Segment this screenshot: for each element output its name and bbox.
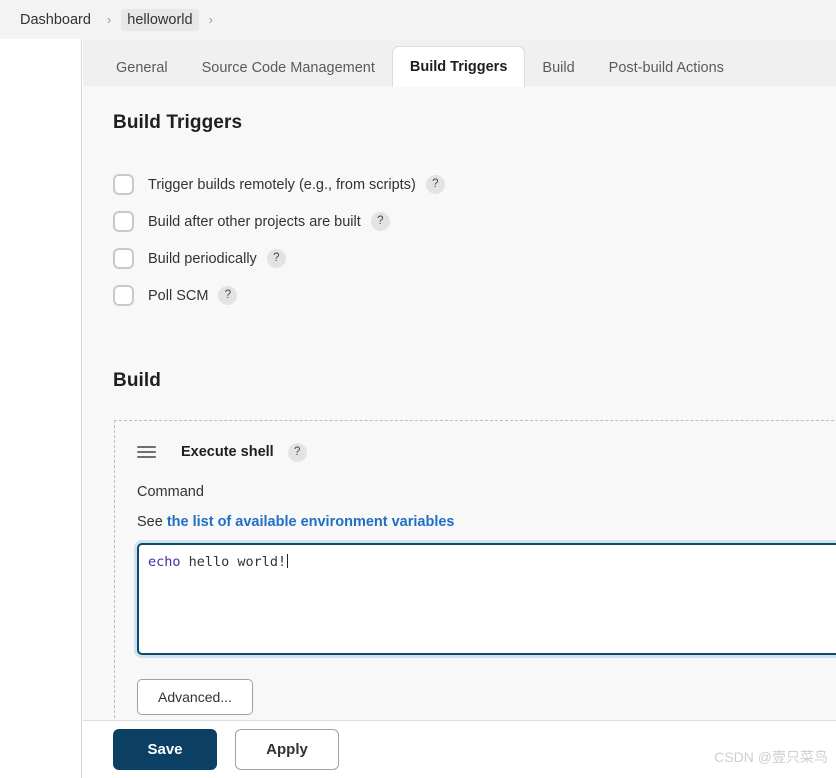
command-keyword: echo xyxy=(148,554,181,570)
checkbox-poll-scm[interactable] xyxy=(113,285,134,306)
tab-source-code-management[interactable]: Source Code Management xyxy=(185,49,392,87)
build-heading: Build xyxy=(113,370,161,391)
build-step-header: Execute shell ? xyxy=(137,441,836,463)
env-variables-link[interactable]: the list of available environment variab… xyxy=(167,514,455,530)
breadcrumb: Dashboard › helloworld › xyxy=(0,0,836,39)
help-icon-build-after-other-projects[interactable]: ? xyxy=(370,212,390,231)
tab-build-triggers[interactable]: Build Triggers xyxy=(391,46,526,87)
env-variables-line: See the list of available environment var… xyxy=(137,514,836,530)
help-icon-trigger-remote[interactable]: ? xyxy=(425,175,445,194)
command-field-label: Command xyxy=(137,484,204,500)
build-triggers-option-list: Trigger builds remotely (e.g., from scri… xyxy=(113,166,836,314)
watermark: CSDN @壹只菜鸟 xyxy=(714,749,828,765)
help-icon-execute-shell[interactable]: ? xyxy=(287,442,307,462)
trigger-label-periodically: Build periodically xyxy=(148,250,257,267)
checkbox-trigger-builds-remotely[interactable] xyxy=(113,174,134,195)
env-variables-prefix: See xyxy=(137,514,163,530)
trigger-row-periodically[interactable]: Build periodically ? xyxy=(113,240,836,277)
checkbox-build-periodically[interactable] xyxy=(113,248,134,269)
trigger-row-poll-scm[interactable]: Poll SCM ? xyxy=(113,277,836,314)
trigger-label-after-other-projects: Build after other projects are built xyxy=(148,213,361,230)
save-button[interactable]: Save xyxy=(113,729,217,770)
command-text-line: echo hello world! xyxy=(148,554,836,571)
tab-build[interactable]: Build xyxy=(525,49,591,87)
checkbox-build-after-other-projects[interactable] xyxy=(113,211,134,232)
help-icon-build-periodically[interactable]: ? xyxy=(266,249,286,268)
sidebar-rail xyxy=(0,39,82,778)
tab-general[interactable]: General xyxy=(99,49,185,87)
build-step-title: Execute shell xyxy=(181,444,274,460)
trigger-row-remote[interactable]: Trigger builds remotely (e.g., from scri… xyxy=(113,166,836,203)
breadcrumb-separator-icon-2: › xyxy=(208,12,213,27)
jenkins-job-config-page: Dashboard › helloworld › General Source … xyxy=(0,0,836,778)
drag-handle-icon[interactable] xyxy=(137,446,156,458)
trigger-label-remote: Trigger builds remotely (e.g., from scri… xyxy=(148,176,416,193)
text-cursor xyxy=(287,554,289,568)
build-step-execute-shell: Execute shell ? Command See the list of a… xyxy=(114,420,836,738)
trigger-label-poll-scm: Poll SCM xyxy=(148,287,209,304)
breadcrumb-item-dashboard[interactable]: Dashboard xyxy=(14,9,97,31)
config-tabs: General Source Code Management Build Tri… xyxy=(83,39,836,87)
breadcrumb-separator-icon: › xyxy=(106,12,112,27)
build-triggers-heading: Build Triggers xyxy=(113,112,243,133)
help-icon-poll-scm[interactable]: ? xyxy=(218,286,238,305)
advanced-button[interactable]: Advanced... xyxy=(137,679,253,715)
command-argument: hello world! xyxy=(180,554,287,570)
apply-button[interactable]: Apply xyxy=(235,729,339,770)
command-textarea[interactable]: echo hello world! xyxy=(137,543,836,655)
config-content: Build Triggers Trigger builds remotely (… xyxy=(83,86,836,778)
page-body: General Source Code Management Build Tri… xyxy=(83,39,836,778)
breadcrumb-item-helloworld[interactable]: helloworld xyxy=(121,8,199,31)
tab-post-build-actions[interactable]: Post-build Actions xyxy=(592,49,741,87)
trigger-row-after-other-projects[interactable]: Build after other projects are built ? xyxy=(113,203,836,240)
